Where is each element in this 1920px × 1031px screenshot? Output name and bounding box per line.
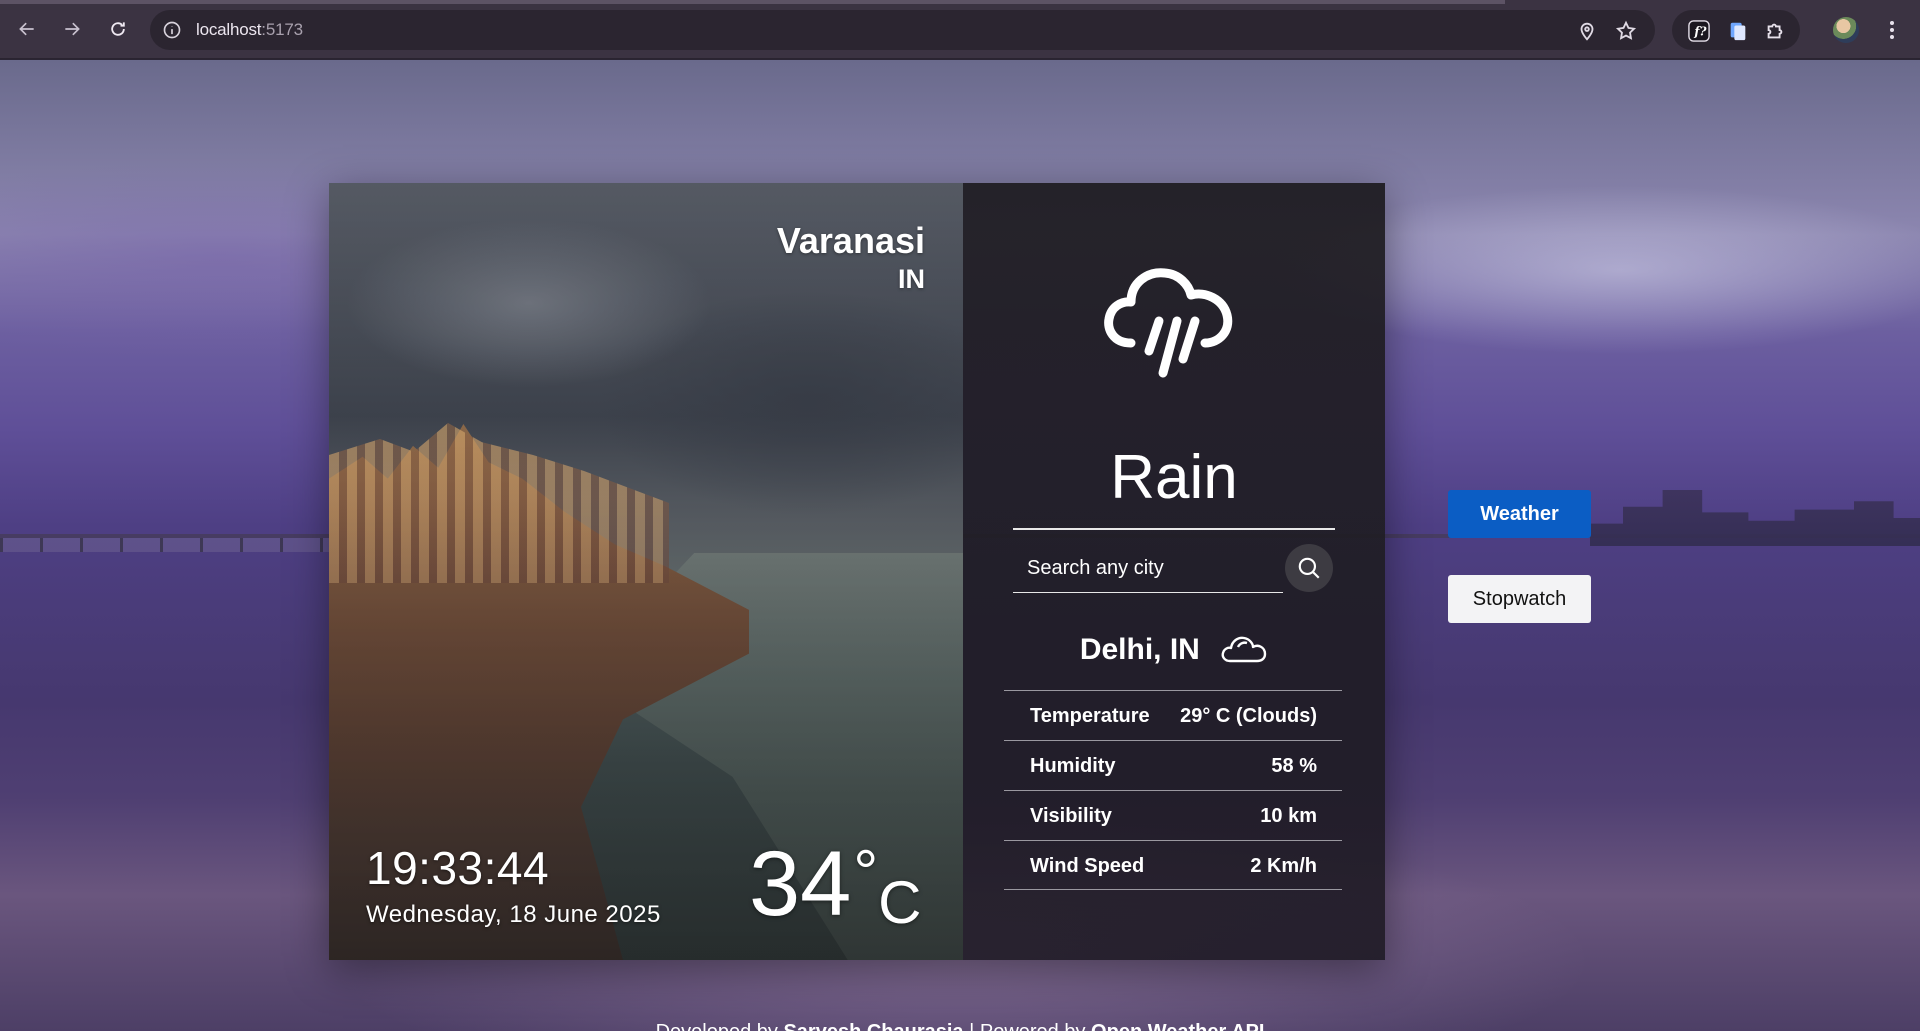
url-text: localhost:5173: [196, 20, 303, 39]
current-temperature: 34°C: [749, 838, 921, 936]
page-background: Varanasi IN 19:33:44 Wednesday, 18 June …: [0, 60, 1920, 1031]
puzzle-extensions-icon[interactable]: [1764, 20, 1786, 42]
detail-value: 29° C (Clouds): [1180, 705, 1317, 727]
site-info-icon[interactable]: [162, 20, 182, 40]
address-bar[interactable]: localhost:5173: [150, 10, 1655, 50]
detail-row-wind-speed: Wind Speed 2 Km/h: [1004, 840, 1342, 890]
arrow-right-icon: [65, 22, 80, 36]
function-extension-icon[interactable]: f?: [1688, 20, 1710, 42]
footer-prefix: Developed by: [656, 1021, 784, 1031]
temperature-scale: C: [878, 869, 922, 936]
footer-author: Sarvesh Chaurasia: [783, 1021, 963, 1031]
city-name: Varanasi: [776, 220, 925, 261]
rain-cloud-icon: [1104, 268, 1233, 378]
skyline-decoration: [1590, 490, 1920, 546]
footer-credits: Developed by Sarvesh Chaurasia | Powered…: [0, 1020, 1920, 1031]
weather-details-table: Temperature 29° C (Clouds) Humidity 58 %…: [1004, 690, 1342, 890]
weather-panel: Rain Delhi, IN Temperature 29° C (Clouds: [963, 183, 1385, 960]
bookmark-star-icon[interactable]: [1615, 20, 1637, 42]
detail-row-visibility: Visibility 10 km: [1004, 790, 1342, 840]
search-icon: [1298, 557, 1320, 579]
search-button[interactable]: [1285, 544, 1333, 592]
svg-text:f?: f?: [1693, 25, 1707, 39]
degree-symbol: °: [853, 838, 879, 907]
weather-condition: Rain: [1110, 443, 1238, 512]
reload-button[interactable]: [103, 14, 133, 44]
country-code: IN: [898, 264, 925, 294]
cloud-icon: [1221, 636, 1267, 663]
footer-separator: | Powered by: [964, 1021, 1091, 1031]
detail-value: 58 %: [1271, 755, 1317, 777]
city-search: [1013, 541, 1335, 597]
more-menu-icon[interactable]: [1882, 16, 1902, 44]
detail-label: Visibility: [1030, 805, 1112, 827]
city-photo: Varanasi IN 19:33:44 Wednesday, 18 June …: [329, 183, 963, 960]
city-search-input[interactable]: [1013, 545, 1283, 593]
detail-value: 10 km: [1260, 805, 1317, 827]
browser-toolbar: localhost:5173 f?: [0, 0, 1920, 59]
live-clock: 19:33:44: [366, 842, 550, 894]
location-pin-icon[interactable]: [1576, 20, 1598, 42]
stopwatch-nav-button[interactable]: Stopwatch: [1448, 575, 1591, 623]
searched-location: Delhi, IN: [963, 630, 1385, 670]
clipboard-extension-icon[interactable]: [1727, 20, 1749, 42]
detail-label: Wind Speed: [1030, 855, 1145, 877]
detail-row-humidity: Humidity 58 %: [1004, 740, 1342, 790]
detail-label: Temperature: [1030, 705, 1150, 727]
arrow-left-icon: [19, 22, 34, 36]
tab-strip-line: [0, 0, 1505, 4]
detail-row-temperature: Temperature 29° C (Clouds): [1004, 690, 1342, 740]
reload-icon: [111, 22, 125, 36]
forward-button[interactable]: [57, 14, 87, 44]
footer-api: Open Weather API: [1091, 1021, 1264, 1031]
detail-label: Humidity: [1030, 755, 1116, 777]
condition-divider: [1013, 528, 1335, 530]
weather-card: Varanasi IN 19:33:44 Wednesday, 18 June …: [329, 183, 1385, 960]
weather-nav-button[interactable]: Weather: [1448, 490, 1591, 538]
location-name: Delhi, IN: [1079, 633, 1200, 666]
extensions-group: f?: [1672, 10, 1800, 50]
current-date: Wednesday, 18 June 2025: [366, 901, 661, 928]
detail-value: 2 Km/h: [1250, 855, 1317, 877]
profile-avatar[interactable]: [1833, 17, 1859, 43]
bridge-decoration: [0, 538, 330, 552]
temperature-value: 34: [749, 833, 852, 935]
back-button[interactable]: [12, 14, 42, 44]
